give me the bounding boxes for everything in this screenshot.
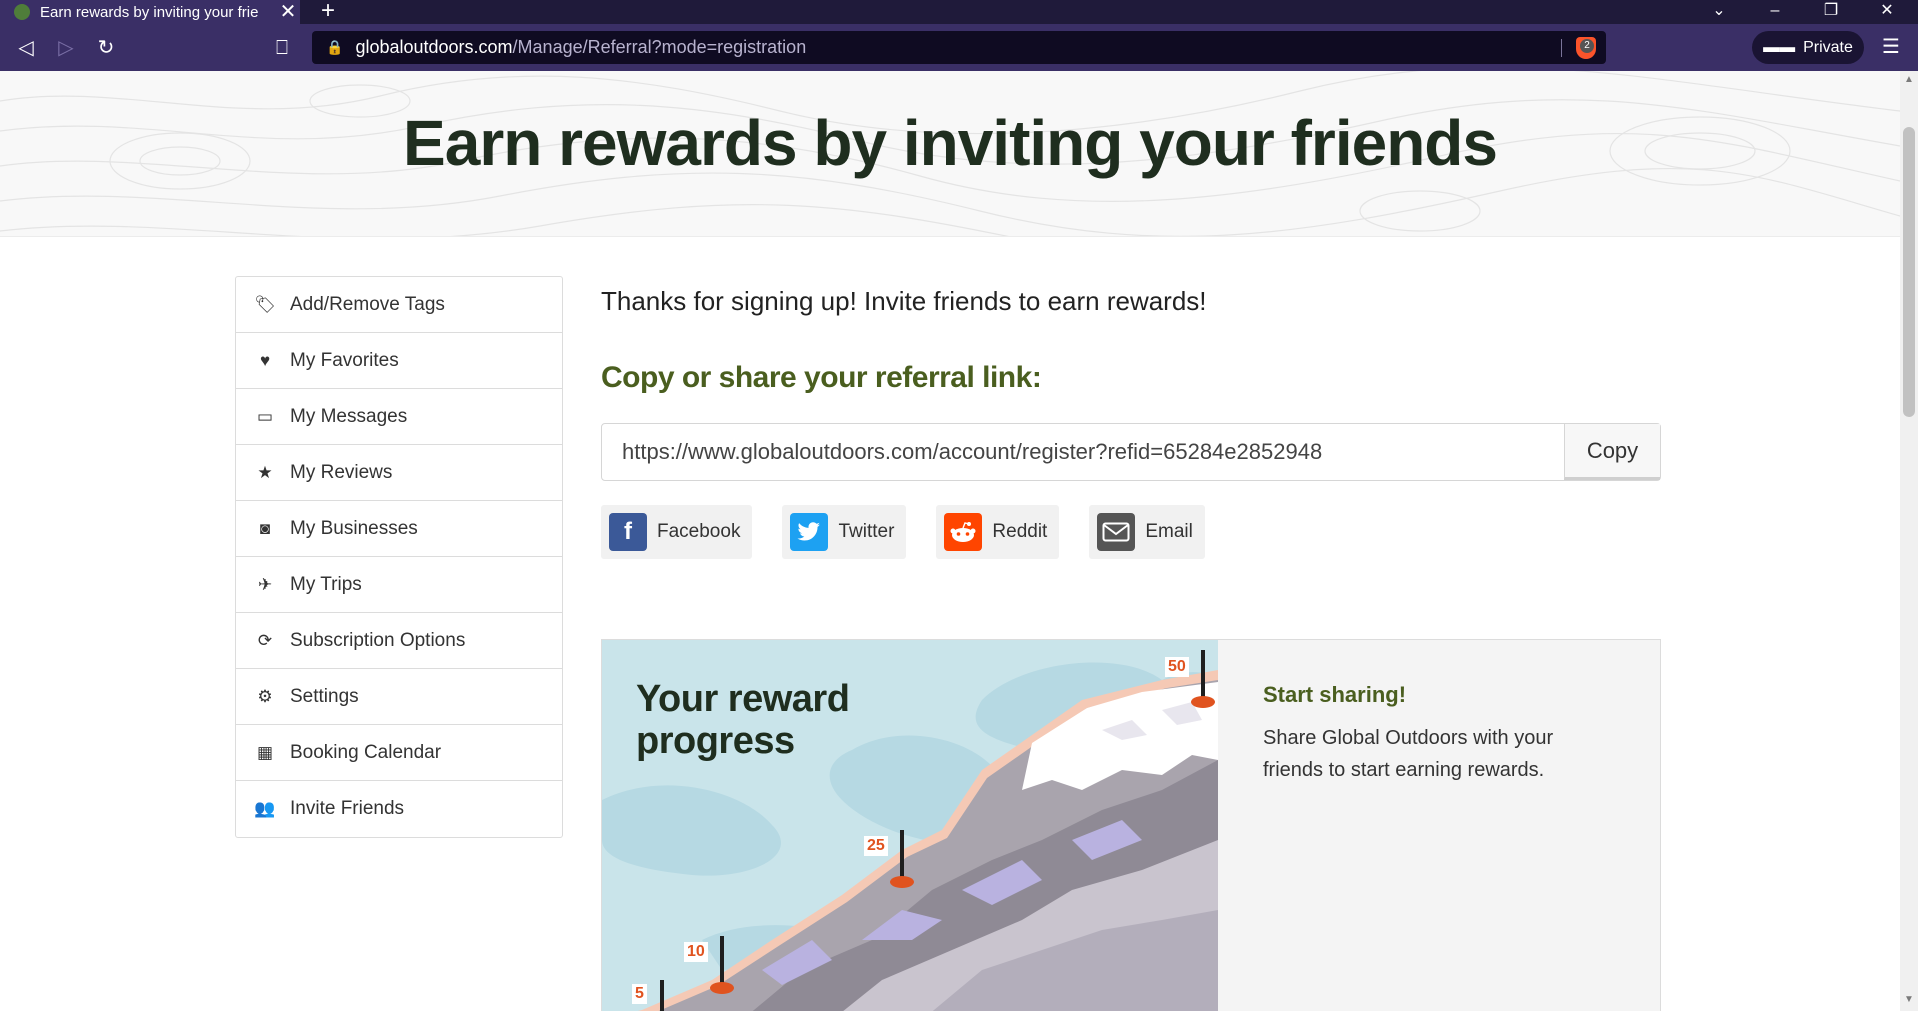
share-buttons: f Facebook Twitter Reddit Email	[601, 505, 1661, 559]
share-email-button[interactable]: Email	[1089, 505, 1205, 559]
sidebar-item-label: Invite Friends	[290, 798, 405, 819]
menu-icon[interactable]: ☰	[1882, 34, 1900, 59]
binoculars-icon: ◙	[259, 518, 271, 538]
url-separator	[1561, 39, 1562, 57]
sidebar-item-booking-calendar[interactable]: ▦ Booking Calendar	[236, 725, 562, 781]
private-label: Private	[1803, 38, 1853, 56]
site-favicon-icon	[14, 4, 30, 20]
users-icon: 👥	[254, 799, 276, 818]
reward-progress-panel: 50 25 10 5 Your reward progress Start sh…	[601, 639, 1661, 1011]
scrollbar-thumb[interactable]	[1903, 127, 1915, 417]
sidebar-item-reviews[interactable]: ★ My Reviews	[236, 445, 562, 501]
private-glasses-icon: ▬▬	[1763, 38, 1796, 56]
sidebar-item-invite-friends[interactable]: 👥 Invite Friends	[236, 781, 562, 837]
sidebar-item-label: My Reviews	[290, 461, 393, 483]
back-button[interactable]: ◁	[12, 34, 40, 62]
tab-search-icon[interactable]: ⌄	[1696, 0, 1742, 24]
sidebar-item-label: Subscription Options	[290, 629, 466, 651]
sidebar-item-messages[interactable]: ▭ My Messages	[236, 389, 562, 445]
minimize-button[interactable]: –	[1752, 0, 1798, 24]
twitter-icon	[790, 513, 829, 551]
share-label: Reddit	[992, 521, 1048, 542]
scroll-up-icon[interactable]: ▲	[1904, 75, 1914, 85]
sidebar-item-label: Add/Remove Tags	[290, 293, 445, 315]
milestone-5-label: 5	[632, 984, 647, 1004]
share-label: Twitter	[838, 521, 895, 542]
restore-button[interactable]: ❐	[1808, 0, 1854, 24]
new-tab-button[interactable]: +	[316, 0, 340, 24]
reddit-icon	[944, 513, 983, 551]
address-bar[interactable]: 🔒 globaloutdoors.com/Manage/Referral?mod…	[312, 31, 1606, 64]
tags-icon: 🏷	[254, 294, 276, 314]
url-path: /Manage/Referral?mode=registration	[512, 37, 807, 57]
sidebar-item-businesses[interactable]: ◙ My Businesses	[236, 501, 562, 557]
sidebar-item-settings[interactable]: ⚙ Settings	[236, 669, 562, 725]
account-sidebar: 🏷 Add/Remove Tags ♥ My Favorites ▭ My Me…	[235, 276, 563, 838]
calendar-icon: ▦	[256, 742, 274, 762]
heart-icon: ♥	[259, 350, 271, 370]
share-label: Facebook	[657, 521, 741, 542]
sidebar-item-label: My Businesses	[290, 517, 418, 539]
inbox-icon: ▭	[256, 406, 274, 426]
url-host: globaloutdoors.com	[355, 37, 513, 57]
bookmark-icon[interactable]: ⎕	[268, 34, 296, 62]
milestone-50-label: 50	[1165, 657, 1189, 677]
share-facebook-button[interactable]: f Facebook	[601, 505, 753, 559]
page-title: Earn rewards by inviting your friends	[403, 107, 1498, 179]
browser-tab[interactable]: Earn rewards by inviting your frie ✕	[0, 0, 300, 24]
reload-button[interactable]: ↻	[92, 34, 120, 62]
milestone-10-label: 10	[684, 942, 708, 962]
page-hero: Earn rewards by inviting your friends	[0, 71, 1900, 237]
browser-toolbar: ◁ ▷ ↻ ⎕ 🔒 globaloutdoors.com/Manage/Refe…	[0, 24, 1918, 71]
start-sharing-heading: Start sharing!	[1263, 682, 1407, 707]
sidebar-item-tags[interactable]: 🏷 Add/Remove Tags	[236, 277, 562, 333]
scroll-down-icon[interactable]: ▼	[1904, 995, 1914, 1005]
private-indicator[interactable]: ▬▬ Private	[1752, 31, 1864, 64]
milestone-25-label: 25	[864, 836, 888, 856]
reward-title-line2: progress	[636, 720, 795, 762]
sidebar-item-label: My Trips	[290, 573, 362, 595]
thanks-message: Thanks for signing up! Invite friends to…	[601, 286, 1207, 316]
share-label: Email	[1145, 521, 1193, 542]
sidebar-item-favorites[interactable]: ♥ My Favorites	[236, 333, 562, 389]
sidebar-item-subscription[interactable]: ⟳ Subscription Options	[236, 613, 562, 669]
close-window-button[interactable]: ✕	[1864, 0, 1910, 24]
shield-count-badge: 2	[1580, 39, 1594, 53]
reward-mountain-illustration: 50 25 10 5 Your reward progress	[602, 640, 1218, 1011]
sidebar-item-label: Booking Calendar	[290, 741, 442, 763]
facebook-icon: f	[609, 513, 647, 551]
sidebar-item-label: My Favorites	[290, 349, 399, 371]
tab-title: Earn rewards by inviting your frie	[40, 3, 259, 21]
share-reddit-button[interactable]: Reddit	[936, 505, 1060, 559]
star-icon: ★	[257, 462, 273, 482]
referral-content: Thanks for signing up! Invite friends to…	[601, 276, 1661, 559]
sidebar-item-trips[interactable]: ✈ My Trips	[236, 557, 562, 613]
gear-icon: ⚙	[257, 686, 273, 706]
plane-icon: ✈	[257, 574, 273, 594]
reward-title-line1: Your reward	[636, 678, 850, 720]
email-icon	[1097, 513, 1136, 551]
reward-title: Your reward progress	[636, 678, 850, 762]
brave-shield-icon[interactable]: ▼ 2	[1576, 37, 1596, 59]
copy-button[interactable]: Copy	[1564, 424, 1660, 480]
referral-link-group: Copy	[601, 423, 1661, 481]
tab-close-icon[interactable]: ✕	[276, 0, 300, 24]
start-sharing-text: Share Global Outdoors with your friends …	[1263, 727, 1554, 781]
tab-strip: Earn rewards by inviting your frie ✕ + ⌄…	[0, 0, 1918, 24]
sidebar-item-label: Settings	[290, 685, 359, 707]
referral-link-input[interactable]	[602, 424, 1564, 480]
lock-icon: 🔒	[326, 39, 344, 55]
page-scrollbar[interactable]: ▲ ▼	[1900, 71, 1918, 1011]
refresh-icon: ⟳	[257, 630, 273, 650]
share-twitter-button[interactable]: Twitter	[782, 505, 907, 559]
share-heading: Copy or share your referral link:	[601, 361, 1042, 394]
web-page: Earn rewards by inviting your friends 🏷 …	[0, 71, 1900, 1011]
sidebar-item-label: My Messages	[290, 405, 408, 427]
forward-button[interactable]: ▷	[52, 34, 80, 62]
